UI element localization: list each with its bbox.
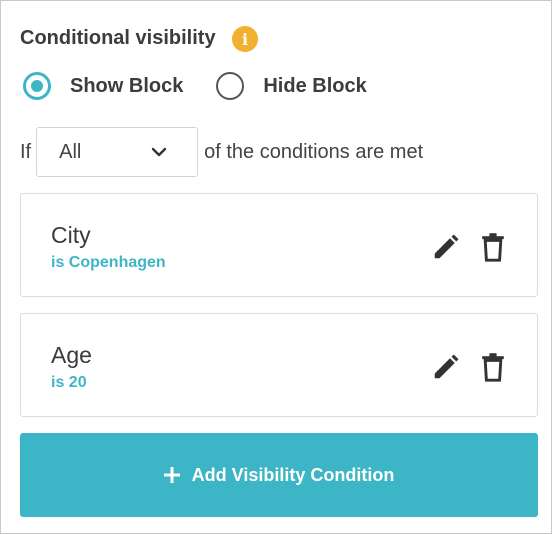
show-block-radio[interactable]	[23, 72, 51, 100]
condition-card: City is Copenhagen	[20, 193, 538, 297]
condition-field: City	[51, 222, 91, 248]
match-mode-value: All	[59, 140, 82, 163]
add-visibility-condition-button[interactable]: Add Visibility Condition	[20, 433, 538, 517]
match-mode-select[interactable]: All	[36, 127, 199, 177]
condition-card: Age is 20	[20, 313, 538, 417]
plus-icon	[163, 467, 180, 483]
conditions-met-label: of the conditions are met	[204, 140, 424, 163]
condition-rule-row: If All of the conditions are met	[20, 127, 423, 177]
pencil-icon[interactable]	[431, 232, 461, 262]
info-icon[interactable]: i	[232, 26, 258, 52]
show-block-option[interactable]: Show Block	[23, 72, 183, 100]
panel-header: Conditional visibility	[20, 27, 216, 50]
add-visibility-condition-label: Add Visibility Condition	[191, 464, 395, 485]
pencil-icon[interactable]	[431, 352, 461, 382]
condition-value: is Copenhagen	[51, 254, 166, 271]
info-icon-glyph: i	[241, 29, 249, 49]
chevron-down-icon	[151, 147, 167, 157]
visibility-radio-group: Show Block Hide Block	[23, 72, 367, 100]
trash-icon[interactable]	[481, 232, 505, 262]
panel-title: Conditional visibility	[20, 27, 216, 49]
condition-value: is 20	[51, 374, 87, 391]
trash-icon[interactable]	[481, 352, 505, 382]
condition-field: Age	[51, 342, 92, 368]
hide-block-radio[interactable]	[216, 72, 245, 100]
show-block-label[interactable]: Show Block	[70, 75, 183, 98]
hide-block-label[interactable]: Hide Block	[263, 75, 366, 98]
if-label: If	[20, 140, 32, 163]
conditional-visibility-panel: Conditional visibility i Show Block Hide…	[0, 0, 552, 534]
hide-block-option[interactable]: Hide Block	[216, 72, 367, 100]
